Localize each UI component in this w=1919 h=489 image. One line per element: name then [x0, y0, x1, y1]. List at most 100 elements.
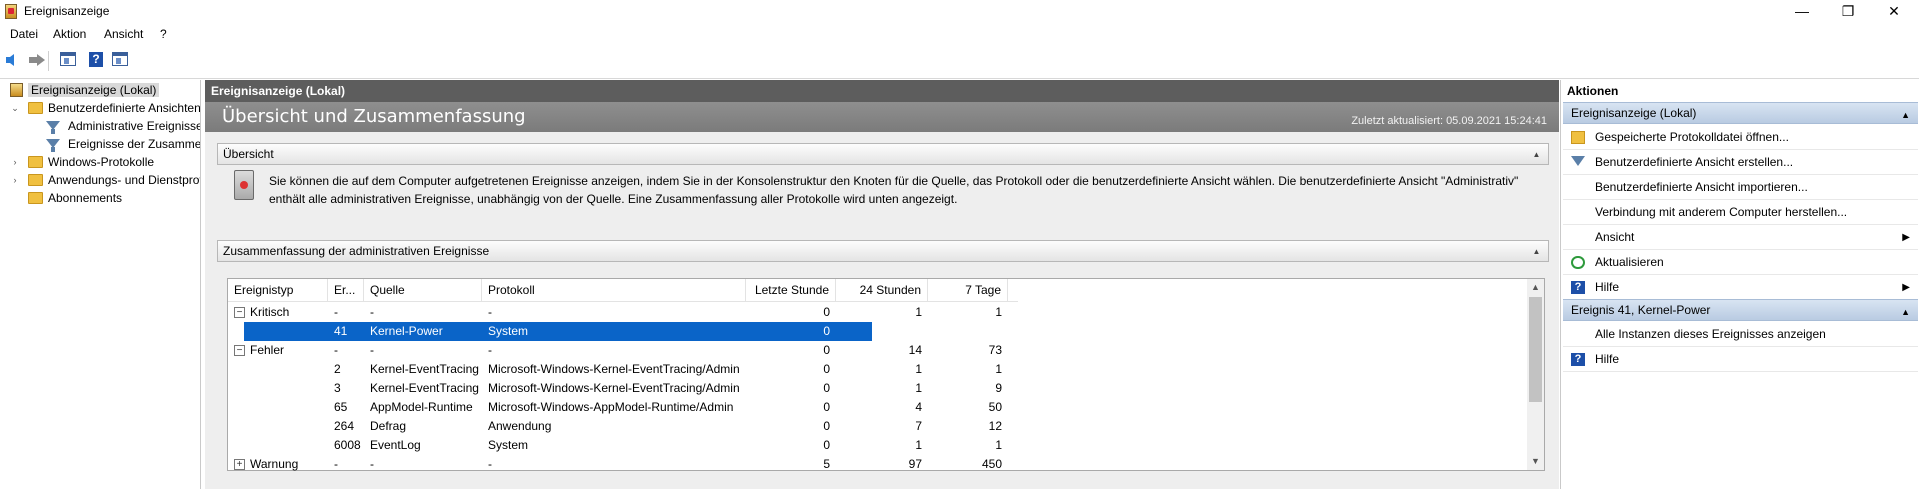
table-row[interactable]: 264 Defrag Anwendung 0 7 12	[228, 417, 1018, 436]
column-header-7-days[interactable]: 7 Tage	[928, 279, 1008, 301]
actions-group-event-viewer[interactable]: Ereignisanzeige (Lokal) ▲	[1563, 102, 1918, 124]
column-header-source[interactable]: Quelle	[364, 279, 482, 301]
cell-week: 50	[988, 400, 1002, 414]
back-button[interactable]	[3, 49, 23, 69]
expand-icon[interactable]: +	[234, 459, 245, 470]
cell-hour: 0	[823, 343, 830, 357]
toolbar-separator	[48, 51, 49, 71]
tree-item-root[interactable]: Ereignisanzeige (Lokal)	[10, 81, 160, 99]
action-label: Benutzerdefinierte Ansicht erstellen...	[1595, 155, 1794, 169]
collapse-icon[interactable]: −	[234, 307, 245, 318]
column-header-24-hours[interactable]: 24 Stunden	[836, 279, 928, 301]
cell-id: 3	[334, 381, 341, 395]
overview-section-header[interactable]: Übersicht ▲	[217, 143, 1549, 165]
cell-log: Microsoft-Windows-Kernel-EventTracing/Ad…	[488, 362, 740, 376]
table-row[interactable]: 3 Kernel-EventTracing Microsoft-Windows-Ke…	[228, 379, 1018, 398]
column-header-event-type[interactable]: Ereignistyp	[228, 279, 328, 301]
column-header-event-id[interactable]: Er...	[328, 279, 364, 301]
main-header: Ereignisanzeige (Lokal)	[205, 80, 1559, 102]
collapse-up-icon[interactable]: ▲	[1531, 149, 1542, 160]
action-item[interactable]: Aktualisieren	[1563, 250, 1918, 275]
overview-banner: Übersicht und Zusammenfassung Zuletzt ak…	[205, 102, 1559, 132]
collapse-up-icon[interactable]: ▲	[1531, 246, 1542, 257]
summary-section-header[interactable]: Zusammenfassung der administrativen Erei…	[217, 240, 1549, 262]
tree-item-custom-views[interactable]: ⌄ Benutzerdefinierte Ansichten	[10, 99, 200, 117]
column-header-log[interactable]: Protokoll	[482, 279, 746, 301]
action-item[interactable]: Verbindung mit anderem Computer herstell…	[1563, 200, 1918, 225]
cell-log: Anwendung	[488, 419, 552, 433]
maximize-button[interactable]: ❐	[1825, 0, 1871, 22]
action-label: Gespeicherte Protokolldatei öffnen...	[1595, 130, 1789, 144]
cell-id: 6008	[334, 438, 361, 452]
help-button[interactable]: ?	[86, 49, 106, 69]
action-label: Benutzerdefinierte Ansicht importieren..…	[1595, 180, 1808, 194]
forward-button[interactable]	[25, 49, 45, 69]
menu-ansicht[interactable]: Ansicht	[104, 27, 143, 41]
cell-log: Microsoft-Windows-AppModel-Runtime/Admin	[488, 400, 734, 414]
tree-item-events-summary[interactable]: Ereignisse der Zusammenfassung	[10, 135, 201, 153]
cell-week: 1	[995, 362, 1002, 376]
table-group-row[interactable]: − Fehler - - - 0 14 73	[228, 341, 1018, 360]
vertical-scrollbar[interactable]: ▲ ▼	[1527, 279, 1544, 470]
action-item[interactable]: Benutzerdefinierte Ansicht importieren..…	[1563, 175, 1918, 200]
action-item[interactable]: Alle Instanzen dieses Ereignisses anzeig…	[1563, 322, 1918, 347]
cell-id: 65	[334, 400, 348, 414]
table-row[interactable]: 65 AppModel-Runtime Microsoft-Windows-AppM…	[228, 398, 1018, 417]
console-tree: Ereignisanzeige (Lokal) ⌄ Benutzerdefini…	[0, 80, 201, 489]
folder-icon	[28, 174, 43, 186]
collapse-icon[interactable]: −	[234, 345, 245, 356]
cell-id: -	[334, 343, 338, 357]
folder-icon	[28, 102, 43, 114]
tree-item-app-service-logs[interactable]: › Anwendungs- und Dienstprotokolle	[10, 171, 201, 189]
summary-table: Ereignistyp Er... Quelle Protokoll Letzt…	[227, 278, 1545, 471]
tree-item-windows-logs[interactable]: › Windows-Protokolle	[10, 153, 155, 171]
menu-help[interactable]: ?	[160, 27, 167, 41]
tree-label-root: Ereignisanzeige (Lokal)	[28, 83, 160, 97]
tree-label-admin-events: Administrative Ereignisse	[68, 119, 201, 133]
cell-id: 264	[334, 419, 355, 433]
overview-text: Sie können die auf dem Computer aufgetre…	[269, 174, 1519, 206]
help-icon: ?	[89, 52, 103, 67]
show-hide-action-pane-button[interactable]	[110, 49, 130, 69]
event-log-icon	[10, 83, 23, 97]
show-hide-console-tree-button[interactable]	[58, 49, 78, 69]
tree-label-events-summary: Ereignisse der Zusammenfassung	[68, 137, 201, 151]
table-group-row[interactable]: − Kritisch - - - 0 1 1	[228, 303, 1018, 322]
console-tree-icon	[60, 52, 76, 66]
chevron-right-icon[interactable]: ›	[10, 157, 20, 167]
actions-group-event-41[interactable]: Ereignis 41, Kernel-Power ▲	[1563, 299, 1918, 321]
table-row[interactable]: 6008 EventLog System 0 1 1	[228, 436, 1018, 455]
action-item[interactable]: ? Hilfe	[1563, 347, 1918, 372]
cell-source: -	[370, 457, 374, 471]
menu-aktion[interactable]: Aktion	[53, 27, 86, 41]
tree-item-admin-events[interactable]: Administrative Ereignisse	[10, 117, 201, 135]
refresh-icon	[1571, 256, 1585, 269]
chevron-down-icon[interactable]: ⌄	[10, 103, 20, 113]
table-group-row[interactable]: + Warnung - - - 5 97 450	[228, 455, 1018, 474]
close-button[interactable]: ✕	[1871, 0, 1917, 22]
menu-datei[interactable]: Datei	[10, 27, 38, 41]
action-item[interactable]: ? Hilfe ▶	[1563, 275, 1918, 300]
cell-source: Defrag	[370, 419, 407, 433]
column-header-last-hour[interactable]: Letzte Stunde	[746, 279, 836, 301]
collapse-up-icon[interactable]: ▲	[1901, 302, 1910, 323]
action-item[interactable]: Benutzerdefinierte Ansicht erstellen...	[1563, 150, 1918, 175]
actions-title: Aktionen	[1567, 84, 1619, 98]
tree-item-subscriptions[interactable]: Abonnements	[10, 189, 122, 207]
action-item[interactable]: Gespeicherte Protokolldatei öffnen...	[1563, 125, 1918, 150]
folder-icon	[28, 192, 43, 204]
table-row[interactable]: 41 Kernel-Power System 0 1 1	[244, 322, 1002, 341]
scrollbar-thumb[interactable]	[1529, 297, 1542, 402]
cell-source: Kernel-EventTracing	[370, 362, 479, 376]
tree-label-windows-logs: Windows-Protokolle	[48, 155, 155, 169]
action-item[interactable]: Ansicht ▶	[1563, 225, 1918, 250]
filter-icon	[46, 139, 60, 152]
action-label: Alle Instanzen dieses Ereignisses anzeig…	[1595, 327, 1826, 341]
table-row[interactable]: 2 Kernel-EventTracing Microsoft-Windows-Ke…	[228, 360, 1018, 379]
actions-group-label: Ereignisanzeige (Lokal)	[1571, 106, 1697, 120]
collapse-up-icon[interactable]: ▲	[1901, 105, 1910, 126]
scroll-up-icon[interactable]: ▲	[1527, 279, 1544, 296]
minimize-button[interactable]: —	[1779, 0, 1825, 22]
scroll-down-icon[interactable]: ▼	[1527, 453, 1544, 470]
chevron-right-icon[interactable]: ›	[10, 175, 20, 185]
